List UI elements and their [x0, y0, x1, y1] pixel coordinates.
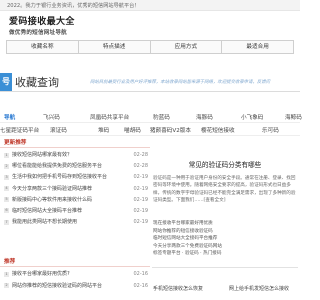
article-tags: 标签专题平台 · 验证码 · 热门接码 — [153, 251, 222, 256]
rank-number: 5 — [4, 197, 9, 203]
category-link[interactable]: 海鲸码 — [285, 113, 302, 121]
list-item[interactable]: 2 网站你推荐的短信接收验证码的网站平台 02-16 — [0, 281, 150, 292]
section-divider — [0, 91, 300, 92]
category-link[interactable]: 乐可码 — [262, 126, 279, 134]
article-title[interactable]: 常见的验证码分类有哪些 — [150, 159, 300, 169]
category-link[interactable]: 堆码 — [98, 126, 109, 134]
category-link[interactable]: 导航 — [4, 113, 15, 121]
category-row-2: 七星距证码平台 滚证码 堆码 喵胡码 猪颜喜码V2版本 樱花短信接收 乐可码 — [0, 123, 300, 136]
article-link[interactable]: 网站你推荐的短信接收验证码 — [153, 228, 298, 236]
category-link[interactable]: 海豚码 — [196, 113, 213, 121]
list-item-date: 02-16 — [133, 282, 148, 289]
top-notice-bar: 2022。我力于银行业务资讯，优秀的短信网站导航平台！ — [0, 0, 300, 11]
header-cell-fit: 最适合用 — [246, 44, 269, 50]
category-link[interactable]: 樱花短信接收 — [201, 126, 235, 134]
section-icon: 号 — [0, 73, 12, 91]
right-article-panel: 常见的验证码分类有哪些 验证码是一种用于验证用户身份的安全手段。通常在注册、登录… — [150, 139, 300, 300]
article-link[interactable]: 临时短信网站大全接码平台推荐 — [153, 235, 298, 243]
list-item-title[interactable]: 新版接码中心等软件用来接收什么码 — [12, 197, 92, 203]
list-item-title[interactable]: 今天分享两款三个接码验证网站推荐 — [12, 186, 92, 192]
list-item[interactable]: 5 新版接码中心等软件用来接收什么码 02-19 — [0, 195, 150, 206]
list-item[interactable]: 1 接收平台哪家最好用优质? 02-16 — [0, 269, 150, 280]
list-item-title[interactable]: 接收平台哪家最好用优质? — [12, 271, 70, 277]
list-item[interactable]: 2 哪位看能能给我提供免费的短信服务平台 02-28 — [0, 161, 150, 172]
section-header: 号 收藏查询 网站目前最受行业及用户好评推荐，本站收录网站皆来源于网络，欢迎提交… — [0, 73, 300, 92]
list-item-date: 02-19 — [133, 174, 148, 181]
list-item-title[interactable]: 哪位看能能给我提供免费的短信服务平台 — [12, 163, 102, 169]
header-cell-feature: 特点描述 — [79, 41, 151, 53]
rank-number: 2 — [4, 163, 9, 169]
panel-title-recommend: 推荐 — [0, 258, 150, 268]
article-link[interactable]: 现在接收平台哪家最好用优质 — [153, 220, 298, 228]
list-item[interactable]: 1 接收短信网站哪家最有效？ 02-28 — [0, 150, 150, 161]
header-cell-usage: 应用方式 — [151, 41, 223, 53]
category-link[interactable]: 猪颜喜码V2版本 — [150, 126, 191, 134]
list-item-date: 02-19 — [133, 207, 148, 214]
category-link[interactable]: 喵胡码 — [124, 126, 141, 134]
list-item-title[interactable]: 网站你推荐的短信接收验证码的网站平台 — [12, 283, 102, 289]
category-row-1: 导航 飞兴码 凤凰码共享平台 豹蓝码 海豚码 小飞象码 海鲸码 — [0, 110, 302, 123]
list-item-title[interactable]: 生活中我如何把手机号码存到短信接收平台 — [12, 174, 107, 180]
recommend-list: 1 接收平台哪家最好用优质? 02-16 2 网站你推荐的短信接收验证码的网站平台 02… — [0, 267, 150, 291]
rank-number: 1 — [4, 271, 9, 277]
rank-number: 7 — [4, 219, 9, 225]
list-item-title[interactable]: 临时短信网站大全接码平台推荐 — [12, 208, 82, 214]
rank-number: 3 — [4, 174, 9, 180]
article-summary: 验证码是一种用于验证用户身份的安全手段。通常在注册、登录、找回密码等环境中使用。… — [153, 176, 296, 204]
list-item[interactable]: 6 临时短信网站大全接码平台推荐 02-19 — [0, 206, 150, 217]
logo-title: 爱码接收最大全 — [9, 17, 75, 27]
site-logo[interactable]: 爱码接收最大全 做优秀的短信网址导航 — [9, 14, 75, 36]
article-link-list: 现在接收平台哪家最好用优质 网站你推荐的短信接收验证码 临时短信网站大全接码平台… — [153, 220, 298, 250]
bottom-link-left-label[interactable]: 手机短信接收怎么恢复 — [153, 285, 203, 292]
rank-number: 6 — [4, 208, 9, 214]
rank-number: 2 — [4, 283, 9, 288]
list-item-date: 02-19 — [133, 196, 148, 203]
category-link[interactable]: 豹蓝码 — [153, 113, 170, 121]
logo-subtitle: 做优秀的短信网址导航 — [9, 30, 67, 36]
section-description: 网站目前最受行业及用户好评推荐，本站收录网站皆来源于网络，欢迎提交收录申请，反馈… — [90, 80, 271, 85]
list-item-title[interactable]: 我能用此类网站不想长期使用 — [12, 219, 77, 225]
panel-title-updates: 更新推荐 — [0, 139, 150, 148]
top-notice-text: 2022。我力于银行业务资讯，优秀的短信网站导航平台！ — [7, 3, 140, 9]
category-link[interactable]: 凤凰码共享平台 — [90, 113, 129, 121]
list-item-date: 02-19 — [133, 219, 148, 226]
divider — [152, 267, 298, 268]
list-item[interactable]: 7 我能用此类网站不想长期使用 02-19 — [0, 217, 150, 228]
rank-number: 1 — [4, 152, 9, 158]
left-article-panel: 更新推荐 1 接收短信网站哪家最有效？ 02-28 2 哪位看能能给我提供免费的短信服… — [0, 139, 150, 300]
list-item-date: 02-28 — [133, 163, 148, 170]
header-table: 收藏名称 特点描述 应用方式 最适合用 — [6, 40, 294, 54]
category-link[interactable]: 小飞象码 — [241, 113, 263, 121]
list-item-date: 02-28 — [133, 152, 148, 158]
header-cell-name: 收藏名称 — [7, 41, 79, 53]
rank-number: 4 — [4, 186, 9, 192]
list-item-date: 02-19 — [133, 185, 148, 192]
category-link[interactable]: 七星距证码平台 — [0, 126, 39, 134]
list-item[interactable]: 4 今天分享两款三个接码验证网站推荐 02-19 — [0, 184, 150, 195]
section-title: 收藏查询 — [15, 76, 59, 89]
list-item-date: 02-16 — [133, 271, 148, 278]
list-item[interactable]: 3 生活中我如何把手机号码存到短信接收平台 02-19 — [0, 172, 150, 183]
bottom-link-right-label[interactable]: 网上给手机发短信怎么接收 — [229, 285, 289, 292]
update-list: 1 接收短信网站哪家最有效？ 02-28 2 哪位看能能给我提供免费的短信服务平台 02… — [0, 148, 150, 228]
category-link[interactable]: 滚证码 — [50, 126, 67, 134]
category-link[interactable]: 飞兴码 — [43, 113, 60, 121]
list-item-title[interactable]: 接收短信网站哪家最有效？ — [12, 152, 72, 158]
